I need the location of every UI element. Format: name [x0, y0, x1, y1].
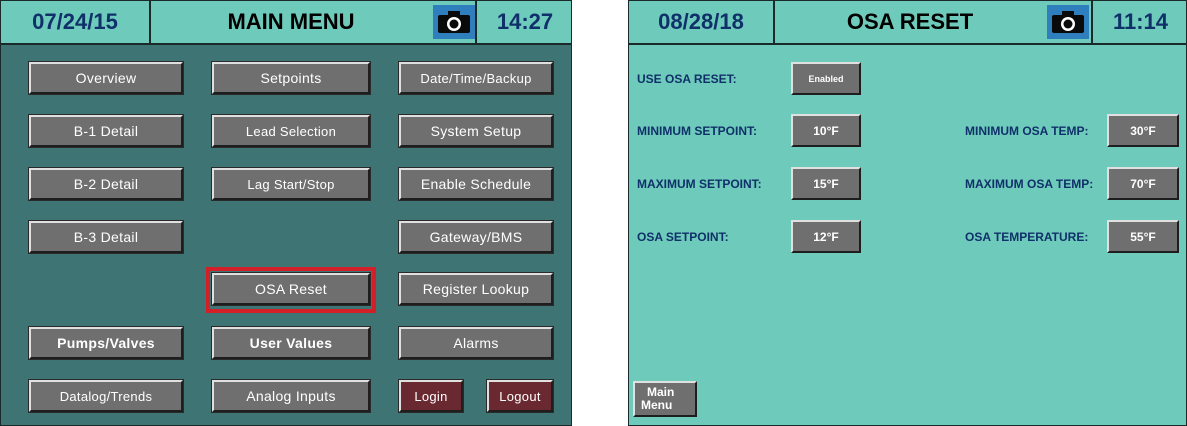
enable-schedule-button[interactable]: Enable Schedule	[399, 168, 553, 200]
osa-setpoint-label: OSA SETPOINT:	[637, 230, 729, 244]
b2-detail-button[interactable]: B-2 Detail	[29, 168, 183, 200]
overview-button[interactable]: Overview	[29, 62, 183, 94]
camera-icon[interactable]	[433, 5, 475, 39]
maximum-osa-temp-label: MAXIMUM OSA TEMP:	[965, 177, 1094, 191]
minimum-osa-temp-value: 30°F	[1107, 114, 1179, 147]
page-title: MAIN MENU	[227, 9, 355, 34]
minimum-setpoint-label: MINIMUM SETPOINT:	[637, 124, 757, 138]
osa-setpoint-value[interactable]: 12°F	[791, 220, 861, 253]
main-menu-header: 07/24/15 MAIN MENU 14:27	[1, 1, 571, 45]
maximum-setpoint-value[interactable]: 15°F	[791, 167, 861, 200]
osa-temperature-value: 55°F	[1107, 220, 1179, 253]
camera-icon[interactable]	[1047, 5, 1089, 39]
setpoints-button[interactable]: Setpoints	[212, 62, 370, 94]
osa-reset-button[interactable]: OSA Reset	[212, 273, 370, 305]
osa-reset-screen: 08/28/18 OSA RESET 11:14 USE OSA RESET: …	[628, 0, 1187, 426]
main-menu-button-line2: Menu	[641, 398, 673, 412]
header-time: 11:14	[1091, 1, 1186, 43]
header-date: 08/28/18	[629, 1, 775, 43]
pumps-valves-button[interactable]: Pumps/Valves	[29, 327, 183, 359]
datalog-trends-button[interactable]: Datalog/Trends	[29, 380, 183, 412]
maximum-setpoint-label: MAXIMUM SETPOINT:	[637, 177, 762, 191]
minimum-setpoint-value[interactable]: 10°F	[791, 114, 861, 147]
alarms-button[interactable]: Alarms	[399, 327, 553, 359]
logout-button[interactable]: Logout	[487, 380, 553, 412]
analog-inputs-button[interactable]: Analog Inputs	[212, 380, 370, 412]
gateway-bms-button[interactable]: Gateway/BMS	[399, 221, 553, 253]
main-menu-button[interactable]: Main Menu	[633, 381, 697, 417]
minimum-osa-temp-label: MINIMUM OSA TEMP:	[965, 124, 1089, 138]
use-osa-reset-label: USE OSA RESET:	[637, 72, 737, 86]
header-time: 14:27	[475, 1, 571, 43]
register-lookup-button[interactable]: Register Lookup	[399, 273, 553, 305]
system-setup-button[interactable]: System Setup	[399, 115, 553, 147]
osa-reset-header: 08/28/18 OSA RESET 11:14	[629, 1, 1186, 45]
maximum-osa-temp-value: 70°F	[1107, 167, 1179, 200]
b3-detail-button[interactable]: B-3 Detail	[29, 221, 183, 253]
page-title: OSA RESET	[846, 9, 974, 34]
login-button[interactable]: Login	[399, 380, 463, 412]
lag-start-stop-button[interactable]: Lag Start/Stop	[212, 168, 370, 200]
user-values-button[interactable]: User Values	[212, 327, 370, 359]
main-menu-screen: 07/24/15 MAIN MENU 14:27 Overview B-1 De…	[0, 0, 572, 426]
b1-detail-button[interactable]: B-1 Detail	[29, 115, 183, 147]
use-osa-reset-value[interactable]: Enabled	[791, 62, 861, 95]
osa-temperature-label: OSA TEMPERATURE:	[965, 230, 1089, 244]
lead-selection-button[interactable]: Lead Selection	[212, 115, 370, 147]
header-date: 07/24/15	[1, 1, 151, 43]
date-time-backup-button[interactable]: Date/Time/Backup	[399, 62, 553, 94]
